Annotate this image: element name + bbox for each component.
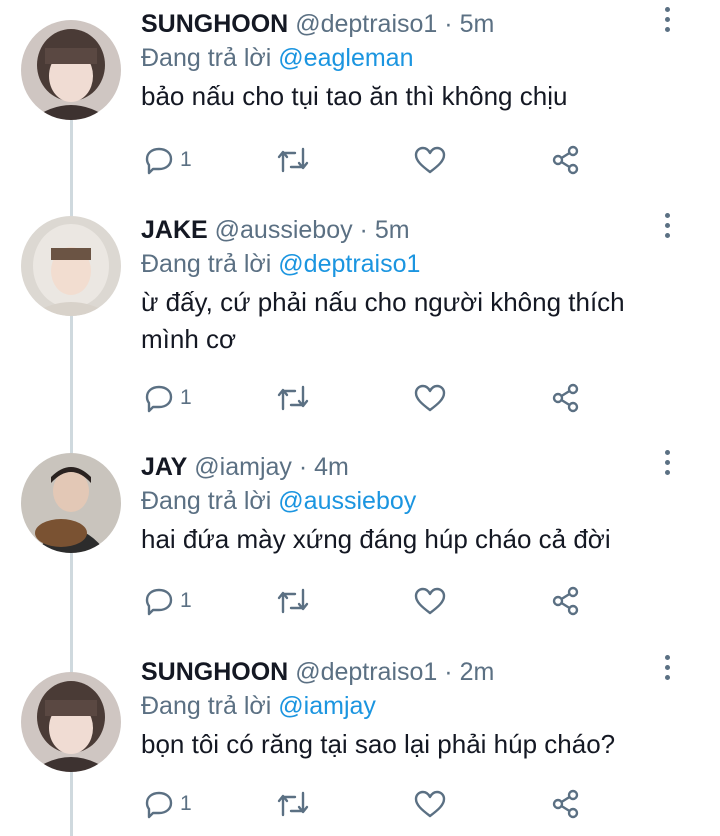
retweet-icon (277, 147, 309, 173)
share-icon (552, 586, 579, 616)
retweet-button[interactable] (276, 784, 310, 824)
reply-count: 1 (180, 148, 192, 171)
reply-count: 1 (180, 386, 192, 409)
separator-dot: · (359, 216, 368, 244)
timestamp[interactable]: 5m (375, 216, 410, 244)
comment-icon (145, 385, 173, 413)
replying-to-label: Đang trả lời (141, 44, 272, 72)
reply-count: 1 (180, 589, 192, 612)
reply-button[interactable]: 1 (144, 140, 192, 180)
timestamp[interactable]: 4m (314, 453, 349, 481)
tweet-actions: 1 (0, 140, 720, 180)
like-button[interactable] (413, 140, 447, 180)
heart-icon (414, 587, 446, 615)
retweet-button[interactable] (276, 140, 310, 180)
user-handle[interactable]: @iamjay (194, 453, 292, 481)
like-button[interactable] (413, 378, 447, 418)
retweet-button[interactable] (276, 378, 310, 418)
separator-dot: · (444, 658, 453, 686)
tweet-header: JAKE @aussieboy · 5m (141, 215, 410, 245)
more-vertical-icon[interactable] (660, 652, 674, 688)
replying-to: Đang trả lời @iamjay (141, 691, 376, 721)
share-icon (552, 145, 579, 175)
mention-link[interactable]: @eagleman (278, 44, 413, 72)
timestamp[interactable]: 2m (460, 658, 495, 686)
reply-count: 1 (180, 792, 192, 815)
user-handle[interactable]: @deptraiso1 (295, 658, 437, 686)
tweet-text: hai đứa mày xứng đáng húp cháo cả đời (141, 524, 611, 554)
retweet-icon (277, 588, 309, 614)
mention-link[interactable]: @deptraiso1 (278, 250, 420, 278)
replying-to-label: Đang trả lời (141, 250, 272, 278)
comment-icon (145, 791, 173, 819)
retweet-button[interactable] (276, 581, 310, 621)
reply-button[interactable]: 1 (144, 378, 192, 418)
like-button[interactable] (413, 784, 447, 824)
replying-to: Đang trả lời @eagleman (141, 43, 413, 73)
retweet-icon (277, 385, 309, 411)
more-vertical-icon[interactable] (660, 210, 674, 246)
separator-dot: · (444, 10, 453, 38)
comment-icon (145, 147, 173, 175)
tweet-header: JAY @iamjay · 4m (141, 452, 349, 482)
mention-link[interactable]: @aussieboy (278, 487, 416, 515)
reply-button[interactable]: 1 (144, 581, 192, 621)
display-name[interactable]: SUNGHOON (141, 658, 288, 686)
heart-icon (414, 146, 446, 174)
share-button[interactable] (550, 140, 582, 180)
tweet-actions: 1 (0, 784, 720, 824)
user-handle[interactable]: @deptraiso1 (295, 10, 437, 38)
mention-link[interactable]: @iamjay (278, 692, 376, 720)
share-icon (552, 383, 579, 413)
tweet-header: SUNGHOON @deptraiso1 · 2m (141, 657, 494, 687)
avatar[interactable] (21, 453, 121, 553)
avatar[interactable] (21, 20, 121, 120)
more-vertical-icon[interactable] (660, 4, 674, 40)
reply-button[interactable]: 1 (144, 784, 192, 824)
retweet-icon (277, 791, 309, 817)
user-handle[interactable]: @aussieboy (215, 216, 353, 244)
replying-to-label: Đang trả lời (141, 487, 272, 515)
share-button[interactable] (550, 378, 582, 418)
display-name[interactable]: SUNGHOON (141, 10, 288, 38)
share-icon (552, 789, 579, 819)
replying-to: Đang trả lời @aussieboy (141, 486, 416, 516)
share-button[interactable] (550, 581, 582, 621)
avatar[interactable] (21, 672, 121, 772)
tweet-header: SUNGHOON @deptraiso1 · 5m (141, 9, 494, 39)
display-name[interactable]: JAY (141, 453, 187, 481)
share-button[interactable] (550, 784, 582, 824)
tweet-text: bọn tôi có răng tại sao lại phải húp chá… (141, 729, 616, 759)
avatar[interactable] (21, 216, 121, 316)
comment-icon (145, 588, 173, 616)
heart-icon (414, 790, 446, 818)
tweet-actions: 1 (0, 581, 720, 621)
more-vertical-icon[interactable] (660, 447, 674, 483)
separator-dot: · (298, 453, 308, 481)
replying-to-label: Đang trả lời (141, 692, 272, 720)
tweet-text: ừ đấy, cứ phải nấu cho người không thích… (141, 287, 625, 354)
timestamp[interactable]: 5m (460, 10, 495, 38)
replying-to: Đang trả lời @deptraiso1 (141, 249, 420, 279)
tweet-text: bảo nấu cho tụi tao ăn thì không chịu (141, 81, 568, 111)
display-name[interactable]: JAKE (141, 216, 208, 244)
like-button[interactable] (413, 581, 447, 621)
heart-icon (414, 384, 446, 412)
tweet-actions: 1 (0, 378, 720, 418)
